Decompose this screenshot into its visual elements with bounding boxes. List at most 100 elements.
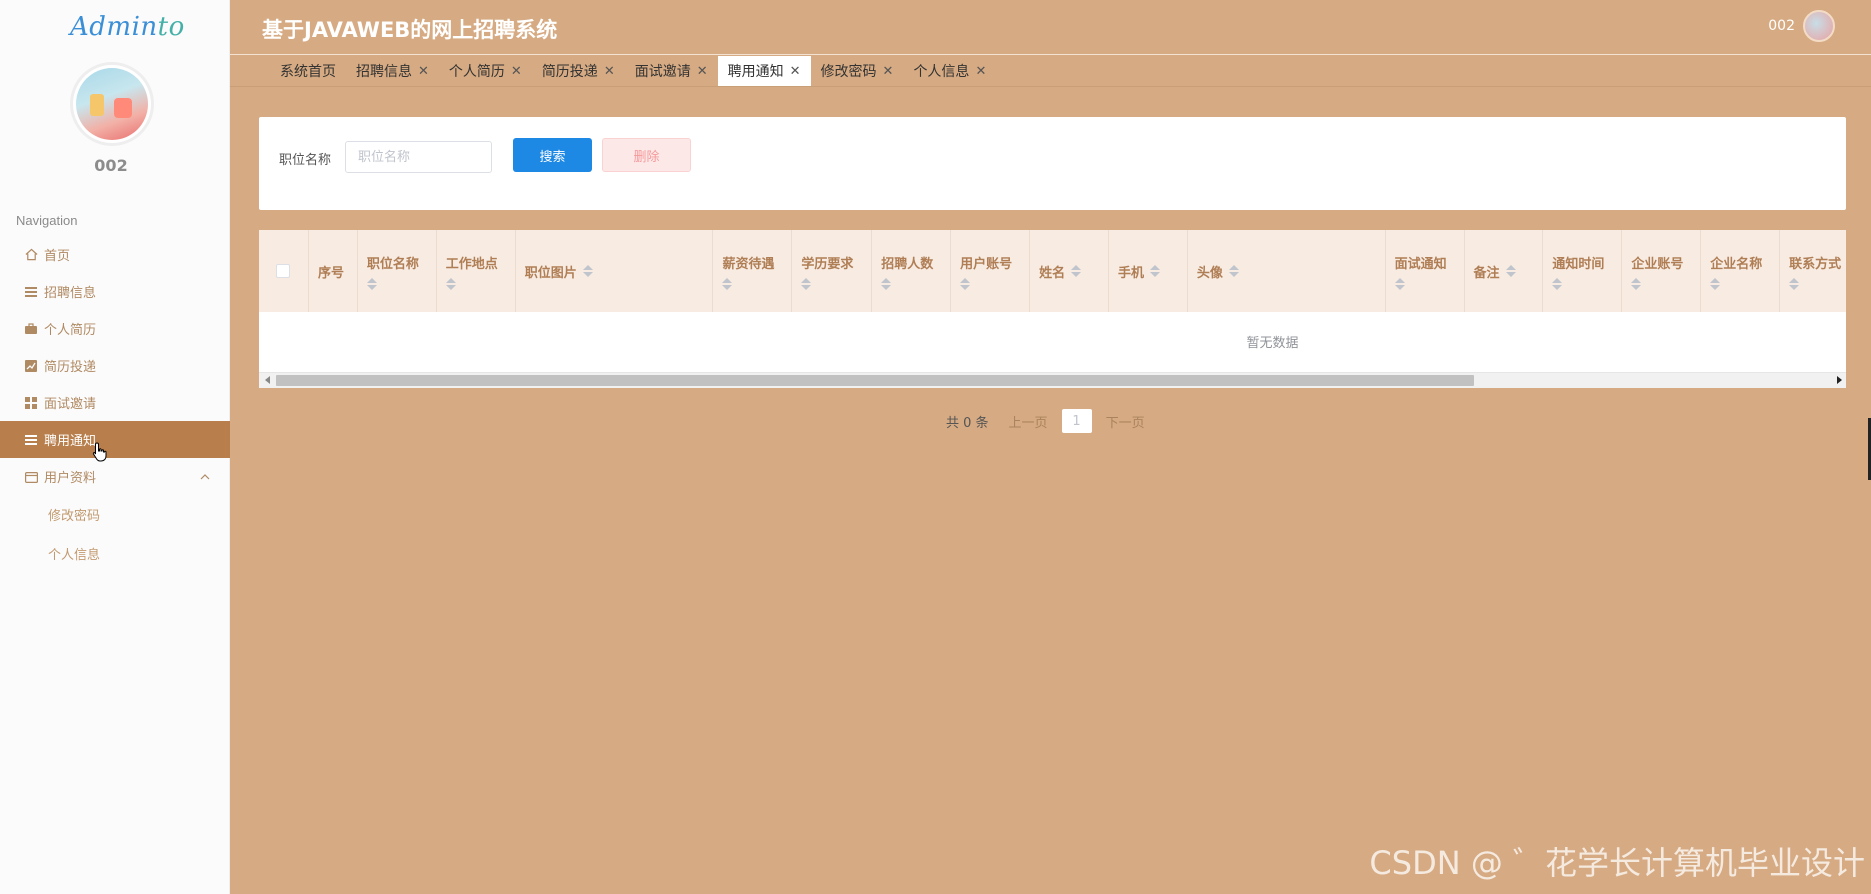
close-icon[interactable]: ✕ (883, 64, 894, 79)
column-header-company-account[interactable]: 企业账号 (1622, 230, 1702, 312)
next-page-button[interactable]: 下一页 (1106, 412, 1145, 431)
sidebar-item-label: 聘用通知 (44, 434, 97, 449)
sidebar-item-label: 简历投递 (44, 360, 97, 375)
folder-icon (24, 470, 38, 484)
tab-offers[interactable]: 聘用通知 ✕ (717, 56, 811, 86)
empty-state-text: 暂无数据 (1246, 335, 1299, 351)
chart-icon (24, 359, 38, 373)
search-button[interactable]: 搜索 (513, 138, 592, 172)
table-header: 序号 职位名称 工作地点 职位图片 薪资待遇 学历要求 招聘人数 用户账号 姓名… (259, 230, 1846, 312)
sort-icon[interactable] (1710, 277, 1721, 290)
sidebar-group-label: 用户资料 (44, 471, 97, 486)
sort-icon[interactable] (1505, 265, 1516, 277)
tab-jobs[interactable]: 招聘信息 ✕ (346, 56, 439, 86)
tab-change-password[interactable]: 修改密码 ✕ (811, 56, 904, 86)
close-icon[interactable]: ✕ (975, 64, 986, 79)
job-name-label: 职位名称 (279, 153, 332, 168)
sort-icon[interactable] (445, 277, 456, 290)
sidebar-group-user-profile[interactable]: 用户资料 (0, 458, 230, 495)
tab-interviews[interactable]: 面试邀请 ✕ (625, 56, 718, 86)
tab-label: 个人简历 (448, 64, 505, 80)
tab-applications[interactable]: 简历投递 ✕ (532, 56, 625, 86)
sidebar-item-offers[interactable]: 聘用通知 (0, 421, 230, 458)
column-header-salary[interactable]: 薪资待遇 (713, 230, 793, 312)
tab-label: 简历投递 (541, 64, 598, 80)
column-header-company-name[interactable]: 企业名称 (1701, 230, 1781, 312)
close-icon[interactable]: ✕ (697, 64, 708, 79)
select-all-checkbox[interactable] (276, 264, 291, 278)
sort-icon[interactable] (722, 277, 733, 290)
sidebar-item-interviews[interactable]: 面试邀请 (0, 384, 230, 421)
sort-icon[interactable] (801, 277, 812, 290)
column-header-avatar[interactable]: 头像 (1188, 230, 1386, 312)
sidebar-subitem-change-password[interactable]: 修改密码 (0, 495, 230, 534)
tab-bar: 系统首页 招聘信息 ✕ 个人简历 ✕ 简历投递 ✕ 面试邀请 ✕ 聘用通知 ✕ 修改密码 ✕… (230, 56, 1871, 87)
sidebar-item-resume[interactable]: 个人简历 (0, 310, 230, 347)
column-header-user-account[interactable]: 用户账号 (951, 230, 1031, 312)
list-icon (24, 433, 38, 447)
prev-page-button[interactable]: 上一页 (1009, 412, 1048, 431)
header-username: 002 (1768, 18, 1795, 34)
close-icon[interactable]: ✕ (604, 64, 615, 79)
home-icon (24, 248, 38, 262)
sort-icon[interactable] (1394, 277, 1405, 290)
sort-icon[interactable] (582, 265, 593, 277)
delete-button[interactable]: 删除 (602, 138, 691, 172)
column-header-remarks[interactable]: 备注 (1465, 230, 1544, 312)
column-header-headcount[interactable]: 招聘人数 (872, 230, 952, 312)
scroll-left-icon[interactable] (265, 376, 270, 384)
select-all-cell (259, 230, 309, 312)
close-icon[interactable]: ✕ (511, 64, 522, 79)
column-header-job-name[interactable]: 职位名称 (358, 230, 437, 312)
column-header-name[interactable]: 姓名 (1030, 230, 1109, 312)
sort-icon[interactable] (1552, 277, 1563, 290)
avatar[interactable] (1803, 10, 1835, 42)
column-header-interview-notice[interactable]: 面试通知 (1386, 230, 1465, 312)
close-icon[interactable]: ✕ (418, 64, 429, 79)
job-name-input[interactable] (345, 141, 492, 173)
scroll-right-icon[interactable] (1837, 376, 1842, 384)
sort-icon[interactable] (1631, 277, 1642, 290)
tab-personal-info[interactable]: 个人信息 ✕ (903, 56, 996, 86)
tab-dashboard[interactable]: 系统首页 (270, 56, 346, 86)
sidebar-item-jobs[interactable]: 招聘信息 (0, 273, 230, 310)
horizontal-scrollbar[interactable] (259, 372, 1846, 388)
top-header: 基于JAVAWEB的网上招聘系统 002 (230, 0, 1871, 55)
sort-icon[interactable] (1071, 265, 1082, 277)
sidebar-item-label: 招聘信息 (44, 286, 97, 301)
sort-icon[interactable] (881, 277, 892, 290)
pagination: 共 0 条 上一页 1 下一页 (946, 409, 1145, 433)
sort-icon[interactable] (960, 277, 971, 290)
briefcase-icon (24, 322, 38, 336)
tab-resume[interactable]: 个人简历 ✕ (439, 56, 532, 86)
grid-icon (24, 396, 38, 410)
close-icon[interactable]: ✕ (790, 64, 801, 79)
column-header-phone[interactable]: 手机 (1109, 230, 1188, 312)
nav-section-title: Navigation (16, 213, 78, 228)
column-header-contact[interactable]: 联系方式 (1780, 230, 1846, 312)
column-header-location[interactable]: 工作地点 (437, 230, 516, 312)
sidebar-item-home[interactable]: 首页 (0, 236, 230, 273)
sort-icon[interactable] (366, 277, 377, 290)
sidebar: Adminto 002 Navigation 首页 招聘信息 个人简历 简历投递… (0, 0, 230, 894)
sidebar-item-applications[interactable]: 简历投递 (0, 347, 230, 384)
search-panel: 职位名称 搜索 删除 (259, 117, 1846, 210)
scrollbar-thumb[interactable] (276, 375, 1474, 386)
sort-icon[interactable] (1789, 277, 1800, 290)
tab-label: 招聘信息 (356, 64, 412, 80)
column-header-job-image[interactable]: 职位图片 (516, 230, 714, 312)
tab-label: 聘用通知 (727, 64, 784, 80)
page-number-button[interactable]: 1 (1061, 409, 1092, 433)
column-header-notice-time[interactable]: 通知时间 (1543, 230, 1623, 312)
sidebar-menu: 首页 招聘信息 个人简历 简历投递 面试邀请 聘用通知 用户资料 修改密码 个人… (0, 236, 230, 573)
offers-table: 序号 职位名称 工作地点 职位图片 薪资待遇 学历要求 招聘人数 用户账号 姓名… (259, 230, 1846, 388)
sidebar-item-label: 面试邀请 (44, 397, 97, 412)
sort-icon[interactable] (1149, 265, 1160, 277)
sort-icon[interactable] (1228, 265, 1239, 277)
tab-label: 系统首页 (280, 64, 336, 80)
column-header-education[interactable]: 学历要求 (792, 230, 873, 312)
tab-label: 个人信息 (913, 64, 970, 80)
header-user-menu[interactable]: 002 (1768, 10, 1835, 42)
sidebar-item-label: 首页 (44, 249, 71, 264)
sidebar-subitem-personal-info[interactable]: 个人信息 (0, 534, 230, 573)
